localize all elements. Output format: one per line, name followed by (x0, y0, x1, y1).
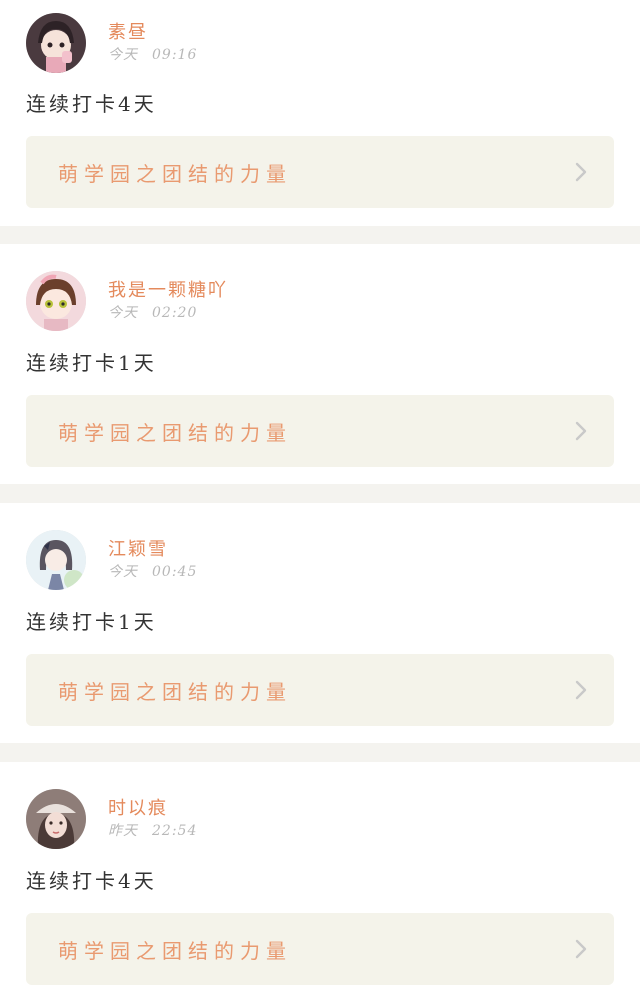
username[interactable]: 我是一颗糖吖 (108, 279, 228, 303)
post-card: 江颖雪 今天 00:45 连续打卡1天 萌学园之团结的力量 (0, 503, 640, 743)
post-meta: 江颖雪 今天 00:45 (108, 538, 197, 582)
post-time: 今天 09:16 (108, 45, 197, 65)
streak-text: 连续打卡1天 (26, 351, 157, 375)
post-clock: 09:16 (152, 47, 198, 63)
post-day: 昨天 (108, 823, 138, 839)
chevron-right-icon (574, 938, 588, 960)
avatar-girl-pink-hat-icon (26, 13, 86, 73)
chevron-right-icon (574, 679, 588, 701)
username[interactable]: 素昼 (108, 21, 197, 45)
topic-label: 萌学园之团结的力量 (58, 938, 292, 963)
topic-link[interactable]: 萌学园之团结的力量 (26, 913, 614, 985)
username[interactable]: 江颖雪 (108, 538, 197, 562)
post-clock: 22:54 (152, 823, 198, 839)
post-header: 时以痕 昨天 22:54 (26, 788, 197, 850)
topic-link[interactable]: 萌学园之团结的力量 (26, 654, 614, 726)
avatar[interactable] (26, 271, 86, 331)
topic-link[interactable]: 萌学园之团结的力量 (26, 395, 614, 467)
post-clock: 00:45 (152, 564, 198, 580)
post-header: 江颖雪 今天 00:45 (26, 529, 197, 591)
post-clock: 02:20 (152, 305, 198, 321)
post-header: 我是一颗糖吖 今天 02:20 (26, 270, 228, 332)
post-card: 时以痕 昨天 22:54 连续打卡4天 萌学园之团结的力量 (0, 762, 640, 997)
post-time: 今天 00:45 (108, 562, 197, 582)
post-meta: 我是一颗糖吖 今天 02:20 (108, 279, 228, 323)
chevron-right-icon (574, 420, 588, 442)
chevron-right-icon (574, 161, 588, 183)
topic-label: 萌学园之团结的力量 (58, 420, 292, 445)
username[interactable]: 时以痕 (108, 797, 197, 821)
avatar-girl-anime-icon (26, 271, 86, 331)
checkin-feed: 素昼 今天 09:16 连续打卡4天 萌学园之团结的力量 我是一颗糖吖 今天 0… (0, 0, 640, 997)
post-header: 素昼 今天 09:16 (26, 12, 197, 74)
topic-label: 萌学园之团结的力量 (58, 161, 292, 186)
topic-link[interactable]: 萌学园之团结的力量 (26, 136, 614, 208)
post-time: 今天 02:20 (108, 303, 228, 323)
avatar[interactable] (26, 13, 86, 73)
post-meta: 素昼 今天 09:16 (108, 21, 197, 65)
post-day: 今天 (108, 305, 138, 321)
post-day: 今天 (108, 564, 138, 580)
post-time: 昨天 22:54 (108, 821, 197, 841)
post-card: 我是一颗糖吖 今天 02:20 连续打卡1天 萌学园之团结的力量 (0, 244, 640, 484)
avatar-girl-beret-icon (26, 789, 86, 849)
post-day: 今天 (108, 47, 138, 63)
topic-label: 萌学园之团结的力量 (58, 679, 292, 704)
post-meta: 时以痕 昨天 22:54 (108, 797, 197, 841)
post-card: 素昼 今天 09:16 连续打卡4天 萌学园之团结的力量 (0, 0, 640, 226)
streak-text: 连续打卡4天 (26, 869, 157, 893)
streak-text: 连续打卡4天 (26, 92, 157, 116)
avatar-girl-bow-icon (26, 530, 86, 590)
avatar[interactable] (26, 530, 86, 590)
avatar[interactable] (26, 789, 86, 849)
streak-text: 连续打卡1天 (26, 610, 157, 634)
